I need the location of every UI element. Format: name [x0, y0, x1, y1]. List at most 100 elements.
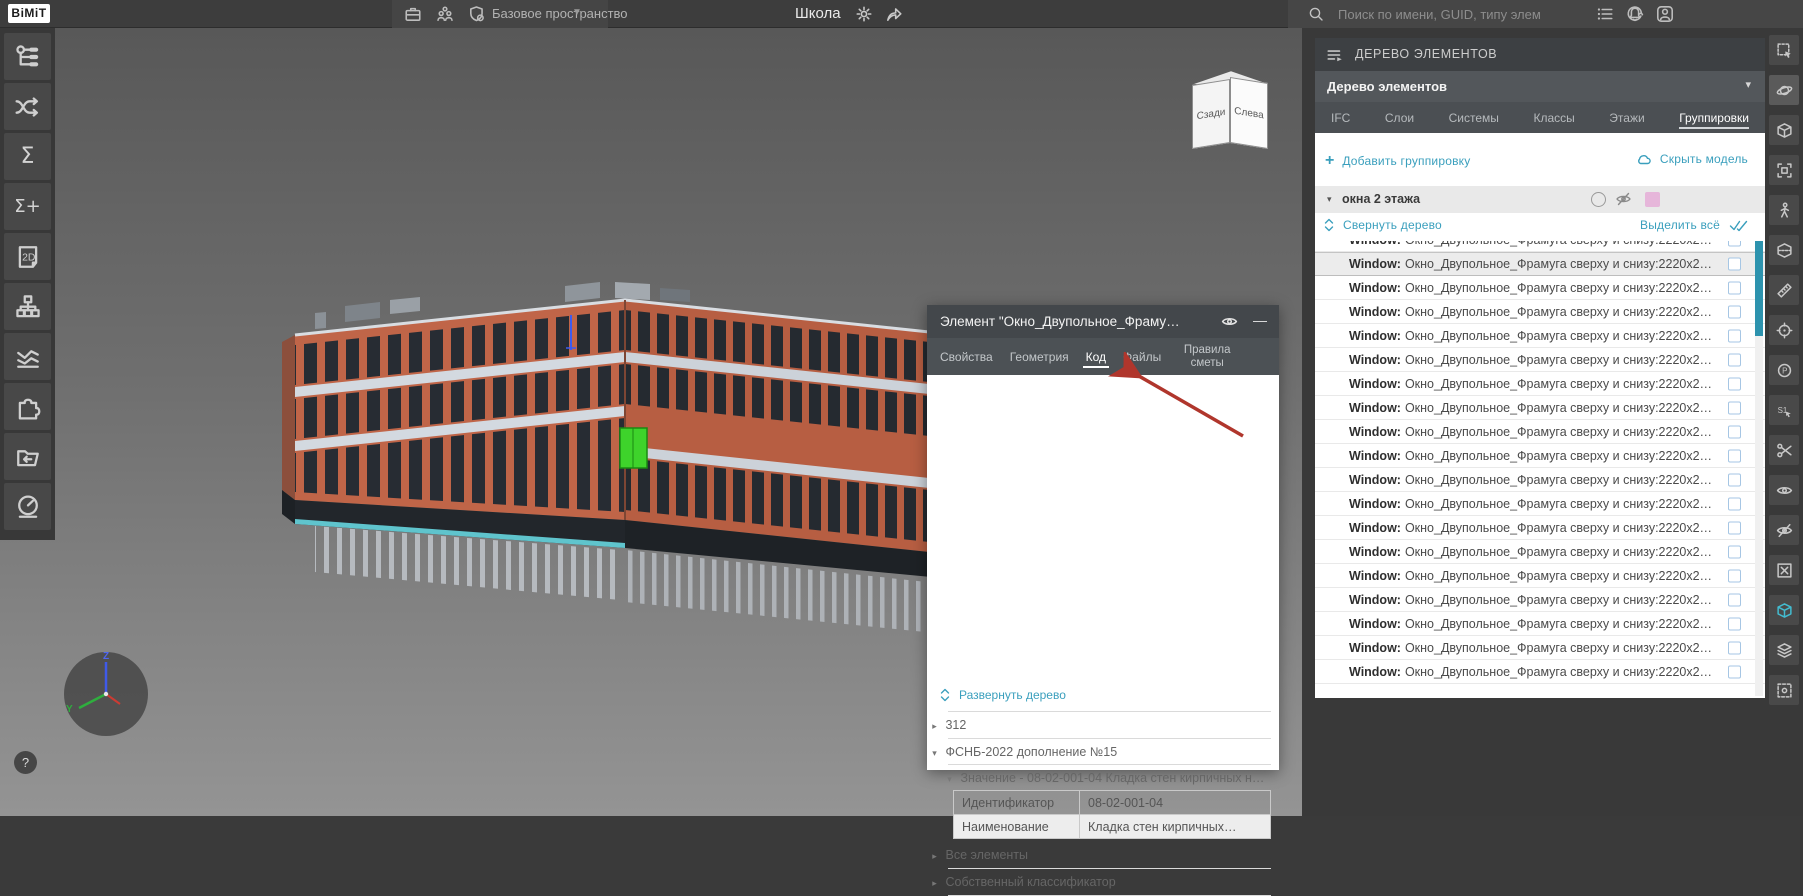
- sidebar-btn-relations[interactable]: [4, 83, 51, 130]
- search-icon[interactable]: [1308, 6, 1326, 24]
- code-node-all-elements[interactable]: ▸ Все элементы: [927, 844, 1271, 867]
- sidebar-btn-plugins[interactable]: [4, 383, 51, 430]
- viewcube-face-back[interactable]: Сзади: [1192, 79, 1230, 149]
- tab-files[interactable]: Файлы: [1123, 338, 1161, 375]
- sidebar-btn-sum[interactable]: Σ: [4, 133, 51, 180]
- code-node-own-classifier[interactable]: ▸ Собственный классификатор: [927, 871, 1271, 894]
- toolbar-btn-focus-target[interactable]: [1769, 315, 1799, 345]
- row-checkbox[interactable]: [1728, 329, 1741, 342]
- list-item-window[interactable]: Window: Окно_Двупольное_Фрамуга сверху и…: [1315, 540, 1765, 564]
- add-grouping-link[interactable]: + Добавить группировку: [1325, 152, 1470, 170]
- list-item-window[interactable]: Window: Окно_Двупольное_Фрамуга сверху и…: [1315, 252, 1765, 276]
- project-settings-icon[interactable]: [855, 5, 873, 23]
- code-node-value[interactable]: ▾ Значение - 08-02-001-04 Кладка стен ки…: [927, 767, 1271, 790]
- row-checkbox[interactable]: [1728, 617, 1741, 630]
- toolbar-btn-select-area[interactable]: [1769, 35, 1799, 65]
- notifications-icon[interactable]: [1626, 5, 1644, 23]
- list-scrollbar[interactable]: [1755, 241, 1763, 696]
- tab-groupings[interactable]: Группировки: [1679, 102, 1749, 133]
- tab-estimate-rules[interactable]: Правила сметы: [1180, 338, 1234, 375]
- row-checkbox[interactable]: [1728, 377, 1741, 390]
- workspace-caret-icon[interactable]: ▼: [572, 0, 582, 28]
- caret-down-icon[interactable]: ▾: [942, 768, 957, 790]
- row-checkbox[interactable]: [1728, 425, 1741, 438]
- row-checkbox[interactable]: [1728, 545, 1741, 558]
- toolbar-btn-fit-view[interactable]: [1769, 155, 1799, 185]
- sidebar-btn-model-tree[interactable]: [4, 33, 51, 80]
- help-button[interactable]: ?: [14, 751, 37, 774]
- list-item-window[interactable]: Window: Окно_Двупольное_Фрамуга сверху и…: [1315, 612, 1765, 636]
- element-visibility-icon[interactable]: [1220, 313, 1239, 330]
- sidebar-btn-sum-add[interactable]: Σ+: [4, 183, 51, 230]
- row-checkbox[interactable]: [1728, 569, 1741, 582]
- sidebar-btn-2d-docs[interactable]: [4, 233, 51, 280]
- list-item-window[interactable]: Window: Окно_Двупольное_Фрамуга сверху и…: [1315, 564, 1765, 588]
- toolbar-btn-section-box[interactable]: [1769, 235, 1799, 265]
- hide-model-link[interactable]: Скрыть модель: [1636, 152, 1748, 166]
- list-item-window[interactable]: Window: Окно_Двупольное_Фрамуга сверху и…: [1315, 660, 1765, 684]
- list-item-window[interactable]: Window: Окно_Двупольное_Фрамуга сверху и…: [1315, 636, 1765, 660]
- list-item-window[interactable]: Window: Окно_Двупольное_Фрамуга сверху и…: [1315, 241, 1765, 252]
- tab-floors[interactable]: Этажи: [1609, 102, 1644, 133]
- tab-code[interactable]: Код: [1086, 338, 1106, 375]
- row-checkbox[interactable]: [1728, 241, 1741, 246]
- toolbar-btn-clip-frame[interactable]: [1769, 675, 1799, 705]
- expand-tree-link[interactable]: Развернуть дерево: [939, 688, 1066, 702]
- group-select-circle-icon[interactable]: [1591, 192, 1606, 207]
- row-checkbox[interactable]: [1728, 641, 1741, 654]
- toolbar-btn-view-cube[interactable]: [1769, 115, 1799, 145]
- list-item-window[interactable]: Window: Окно_Двупольное_Фрамуга сверху и…: [1315, 588, 1765, 612]
- row-checkbox[interactable]: [1728, 305, 1741, 318]
- toolbar-btn-layers[interactable]: [1769, 635, 1799, 665]
- sidebar-btn-export[interactable]: [4, 433, 51, 480]
- row-checkbox[interactable]: [1728, 353, 1741, 366]
- panel-menu-icon[interactable]: [1326, 46, 1344, 64]
- list-item-window[interactable]: Window: Окно_Двупольное_Фрамуга сверху и…: [1315, 348, 1765, 372]
- caret-down-icon[interactable]: ▾: [927, 742, 942, 764]
- list-item-window[interactable]: Window: Окно_Двупольное_Фрамуга сверху и…: [1315, 300, 1765, 324]
- sidebar-btn-dashboard[interactable]: [4, 483, 51, 530]
- list-item-window[interactable]: Window: Окно_Двупольное_Фрамуга сверху и…: [1315, 444, 1765, 468]
- row-checkbox[interactable]: [1728, 593, 1741, 606]
- list-item-window[interactable]: Window: Окно_Двупольное_Фрамуга сверху и…: [1315, 420, 1765, 444]
- team-icon[interactable]: [436, 5, 454, 23]
- toolbar-btn-section-cut[interactable]: [1769, 435, 1799, 465]
- collapse-tree-link[interactable]: Свернуть дерево: [1323, 218, 1442, 232]
- toolbar-btn-hide-elements[interactable]: [1769, 515, 1799, 545]
- toolbar-btn-isolate-frame[interactable]: [1769, 555, 1799, 585]
- list-item-window[interactable]: Window: Окно_Двупольное_Фрамуга сверху и…: [1315, 396, 1765, 420]
- list-item-window[interactable]: Window: Окно_Двупольное_Фрамуга сверху и…: [1315, 372, 1765, 396]
- caret-down-icon[interactable]: ▾: [1327, 186, 1332, 213]
- toolbar-btn-selection-set[interactable]: [1769, 395, 1799, 425]
- row-checkbox[interactable]: [1728, 281, 1741, 294]
- row-checkbox[interactable]: [1728, 521, 1741, 534]
- caret-right-icon[interactable]: ▸: [927, 845, 942, 867]
- tree-selector-dropdown[interactable]: Дерево элементов ▾: [1315, 71, 1765, 102]
- code-node-fsnb[interactable]: ▾ ФСНБ-2022 дополнение №15: [927, 741, 1271, 764]
- search-input[interactable]: [1338, 0, 1568, 28]
- caret-right-icon[interactable]: ▸: [927, 872, 942, 894]
- sidebar-btn-charts[interactable]: [4, 333, 51, 380]
- toolbar-btn-model-view[interactable]: [1769, 595, 1799, 625]
- scrollbar-thumb[interactable]: [1755, 241, 1763, 336]
- element-panel-minimize-button[interactable]: —: [1253, 305, 1267, 335]
- element-panel-header[interactable]: Элемент "Окно_Двупольное_Фраму… —: [927, 305, 1279, 338]
- toolbar-btn-orbit[interactable]: [1769, 75, 1799, 105]
- select-all-link[interactable]: Выделить всё: [1640, 218, 1749, 232]
- row-checkbox[interactable]: [1728, 497, 1741, 510]
- row-checkbox[interactable]: [1728, 258, 1741, 271]
- share-icon[interactable]: [885, 5, 903, 23]
- toolbar-btn-perspective[interactable]: [1769, 355, 1799, 385]
- projects-icon[interactable]: [404, 5, 422, 23]
- row-checkbox[interactable]: [1728, 473, 1741, 486]
- list-item-window[interactable]: Window: Окно_Двупольное_Фрамуга сверху и…: [1315, 276, 1765, 300]
- tab-classes[interactable]: Классы: [1533, 102, 1574, 133]
- toolbar-btn-measure[interactable]: [1769, 275, 1799, 305]
- viewcube-face-left[interactable]: Слева: [1230, 77, 1268, 149]
- app-logo[interactable]: BiMiT: [8, 4, 50, 23]
- axis-gizmo[interactable]: Z Y: [60, 648, 152, 740]
- row-checkbox[interactable]: [1728, 665, 1741, 678]
- group-hide-icon[interactable]: [1615, 191, 1632, 207]
- list-item-window[interactable]: Window: Окно_Двупольное_Фрамуга сверху и…: [1315, 516, 1765, 540]
- account-icon[interactable]: [1656, 5, 1674, 23]
